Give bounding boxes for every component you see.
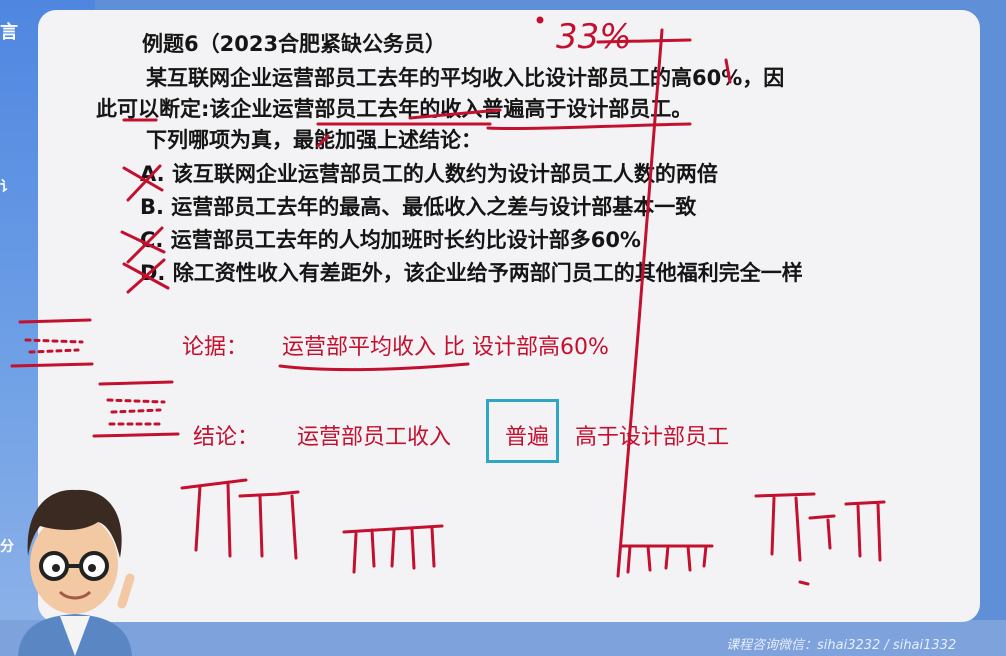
- ink-stroke: [92, 432, 180, 438]
- ink-vertical-divider: [616, 28, 664, 578]
- cross-mark-option-a: [122, 164, 164, 202]
- handwriting-layer: 33%: [10, 16, 886, 586]
- ink-stroke: [98, 380, 174, 386]
- ink-dot: [536, 16, 544, 24]
- handwritten-percent-note: 33%: [556, 17, 632, 57]
- ink-underline: [486, 122, 692, 131]
- ink-stroke: [18, 318, 92, 324]
- ink-dots: [24, 338, 84, 354]
- ink-underline: [278, 362, 470, 372]
- cross-mark-option-d: [122, 258, 170, 294]
- bar-sketch-right-high: [754, 492, 886, 562]
- ink-tick: [798, 580, 810, 586]
- ink-tick: [724, 58, 732, 84]
- bar-sketch-left: [180, 478, 300, 560]
- bar-sketch-right-low: [620, 544, 714, 574]
- ink-underline: [408, 108, 502, 120]
- footer-contact: 课程咨询微信：sihai3232 / sihai1332: [726, 638, 957, 653]
- ink-horizontal-stroke: [596, 38, 692, 44]
- ink-tick: [316, 134, 330, 148]
- ink-dots: [106, 398, 166, 426]
- cross-mark-option-c: [120, 226, 166, 264]
- teacher-avatar: [18, 489, 135, 656]
- bar-sketch-middle: [342, 524, 444, 574]
- ink-stroke: [10, 362, 94, 368]
